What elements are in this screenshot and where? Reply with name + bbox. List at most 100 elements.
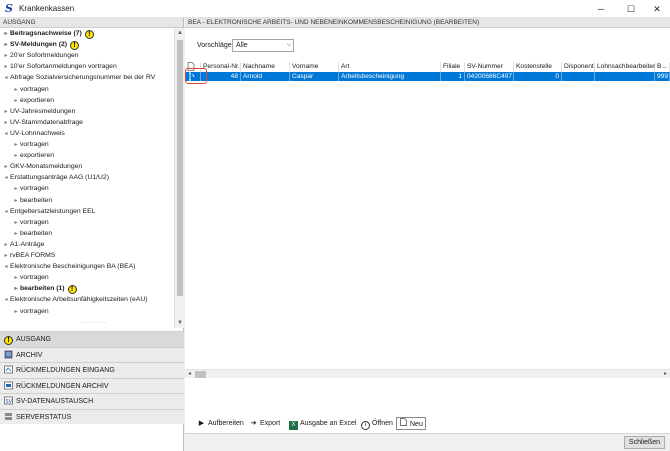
tree-item[interactable]: ▸ vortragen — [0, 272, 49, 283]
tree-item[interactable]: ▸ UV-Stammdatenabfrage — [0, 117, 83, 128]
scroll-down-arrow-icon[interactable]: ▼ — [175, 318, 185, 328]
tree-item-label: vortragen — [20, 274, 49, 282]
grid-scroll-thumb[interactable] — [195, 371, 206, 378]
cell-personal-nr: 48 — [201, 72, 241, 81]
new-button[interactable]: Neu — [396, 417, 426, 430]
tree-item-label: Entgeltersatzleistungen EEL — [10, 207, 96, 215]
tree-item-label: exportieren — [20, 96, 55, 104]
tree-item[interactable]: ▸ bearbeiten (1)! — [0, 283, 77, 295]
tree-item[interactable]: ◂ Entgeltersatzleistungen EEL — [0, 206, 95, 217]
close-window-button[interactable]: ✕ — [644, 0, 670, 18]
cell-b: 999 — [657, 72, 670, 81]
scroll-right-arrow-icon[interactable]: ▸ — [661, 370, 670, 379]
column-header-kostenstelle[interactable]: Kostenstelle — [514, 62, 562, 72]
archive-return-icon — [4, 381, 16, 390]
tree-item-label: bearbeiten — [20, 196, 53, 204]
nav-item-label: SERVERSTATUS — [16, 413, 72, 421]
open-button[interactable]: i Öffnen — [359, 417, 395, 430]
tree-item[interactable]: ▸ bearbeiten — [0, 195, 52, 206]
tree-item[interactable]: ▸ UV-Jahresmeldungen — [0, 106, 75, 117]
maximize-button[interactable]: ☐ — [618, 0, 644, 18]
tree-item-label: 10'er Sofortanmeldungen vortragen — [10, 63, 117, 71]
tree-item[interactable]: ▸ SV-Meldungen (2)! — [0, 39, 80, 51]
open-label: Öffnen — [372, 420, 393, 427]
column-header-nachname[interactable]: Nachname — [241, 62, 290, 72]
tree-item[interactable]: ◂ Abfrage Sozialversicherungsnummer bei d… — [0, 72, 155, 83]
excel-export-label: Ausgabe an Excel — [300, 420, 357, 427]
scroll-left-arrow-icon[interactable]: ◂ — [185, 370, 194, 379]
filter-select[interactable]: Alle ⌵ — [232, 39, 294, 52]
cell-sv-nummer: 04200686C497 — [467, 72, 514, 81]
grid-horizontal-scrollbar[interactable]: ◂ ▸ — [185, 369, 670, 378]
module-navigation-list: ! AUSGANG ARCHIV RÜCKMELDUNGEN EINGANG RÜCKM… — [0, 331, 184, 424]
cell-vorname: Caspar — [290, 72, 339, 81]
tree-expander-icon[interactable]: ▸ — [12, 307, 20, 318]
column-header-filiale[interactable]: Filiale — [441, 62, 465, 72]
nav-item-rückmeldungen-eingang[interactable]: RÜCKMELDUNGEN EINGANG — [0, 362, 184, 378]
tree-item[interactable]: ▸ GKV-Monatsmeldungen — [0, 161, 82, 172]
tree-item[interactable]: ▸ vortragen — [0, 139, 48, 150]
column-header-personal-nr[interactable]: Personal-Nr. — [201, 62, 241, 72]
aufbereiten-label: Aufbereiten — [208, 420, 244, 427]
warning-icon: ! — [67, 285, 77, 295]
table-row[interactable]: 48 Arnold Caspar Arbeitsbescheinigung 1 … — [185, 72, 670, 81]
tree-item-label: vortragen — [20, 218, 49, 226]
tree-item[interactable]: ▸ vortragen — [0, 217, 49, 228]
nav-item-serverstatus[interactable]: SERVERSTATUS — [0, 408, 184, 424]
tree-item-label: rvBEA FORMS — [10, 252, 56, 259]
tree-item[interactable]: ◂ UV-Lohnnachweis — [0, 128, 65, 139]
tree-item[interactable]: ▸ Beitragsnachweise (7)! — [0, 28, 94, 39]
column-header-art[interactable]: Art — [339, 62, 441, 72]
app-logo-icon: S — [5, 2, 13, 15]
tree-item[interactable]: ◂ Erstattungsanträge AAG (U1/U2) — [0, 172, 109, 183]
tree-item[interactable]: ▸ vortragen — [0, 306, 48, 318]
column-header-lohnsachbearbeiter[interactable]: Lohnsachbearbeiter — [595, 62, 655, 72]
minimize-button[interactable]: ─ — [588, 0, 614, 18]
tree-item-label: bearbeiten (1) — [20, 285, 65, 293]
tree-item-label: A1-Anträge — [10, 240, 45, 248]
chevron-down-icon: ⌵ — [286, 42, 291, 48]
tree-scroll-thumb[interactable] — [177, 40, 183, 296]
row-highlight-outline — [185, 68, 207, 84]
tree-item-label: UV-Lohnnachweis — [10, 129, 65, 137]
info-icon: i — [361, 421, 370, 430]
tree-item-label: Beitragsnachweise (7) — [10, 30, 82, 37]
tree-item[interactable]: ▸ rvBEA FORMS — [0, 250, 55, 261]
tree-item-label: UV-Stammdatenabfrage — [10, 118, 83, 126]
tree-item[interactable]: ▸ 10'er Sofortanmeldungen vortragen — [0, 61, 117, 72]
action-toolbar: ▶ Aufbereiten ➜ Export X Ausgabe an Excel i… — [185, 417, 670, 431]
column-header-b[interactable]: B... — [655, 62, 670, 72]
close-dialog-button[interactable]: Schließen — [624, 436, 665, 449]
nav-item-sv-datenaustausch[interactable]: SV SV-DATENAUSTAUSCH — [0, 393, 184, 409]
column-header-sv-nummer[interactable]: SV-Nummer — [465, 62, 514, 72]
content-header: BEA - ELEKTRONISCHE ARBEITS- UND NEBENEI… — [185, 18, 670, 28]
cell-kostenstelle: 0 — [514, 72, 562, 81]
column-header-disponent[interactable]: Disponent — [562, 62, 595, 72]
window-title: Krankenkassen — [19, 4, 75, 13]
tree-item[interactable]: ▸ A1-Anträge — [0, 239, 44, 250]
excel-export-button[interactable]: X Ausgabe an Excel — [287, 417, 358, 430]
nav-item-archiv[interactable]: ARCHIV — [0, 346, 184, 362]
outbox-tree: ▸ Beitragsnachweise (7)! ▸ SV-Meldungen (2)… — [0, 28, 174, 328]
tree-item[interactable]: ▸ vortragen — [0, 84, 49, 95]
nav-item-rückmeldungen-archiv[interactable]: RÜCKMELDUNGEN ARCHIV — [0, 377, 184, 393]
tree-item[interactable]: ▸ 20'er Sofortmeldungen — [0, 50, 78, 61]
filter-select-value: Alle — [236, 42, 248, 49]
tree-item-label: exportieren — [20, 152, 55, 160]
tree-item[interactable]: ◂ Elektronische Arbeitsunfähigkeitszeiten… — [0, 294, 147, 305]
tree-item[interactable]: ◂ Elektronische Bescheinigungen BA (BEA) — [0, 261, 135, 272]
column-header-vorname[interactable]: Vorname — [290, 62, 339, 72]
aufbereiten-button[interactable]: ▶ Aufbereiten — [195, 417, 246, 430]
tree-vertical-scrollbar[interactable]: ▲ ▼ — [174, 28, 184, 328]
tree-item-label: vortragen — [20, 85, 49, 93]
splitter-grip[interactable]: ········· — [80, 320, 107, 326]
tree-item[interactable]: ▸ exportieren — [0, 150, 54, 161]
tree-item[interactable]: ▸ vortragen — [0, 183, 48, 194]
content-pane: BEA - ELEKTRONISCHE ARBEITS- UND NEBENEI… — [185, 18, 670, 433]
nav-item-label: RÜCKMELDUNGEN EINGANG — [16, 367, 115, 374]
nav-item-ausgang[interactable]: ! AUSGANG — [0, 331, 184, 347]
tree-item[interactable]: ▸ exportieren — [0, 95, 54, 106]
export-button[interactable]: ➜ Export — [247, 417, 282, 430]
scroll-up-arrow-icon[interactable]: ▲ — [175, 28, 185, 38]
tree-item[interactable]: ▸ bearbeiten — [0, 228, 52, 239]
